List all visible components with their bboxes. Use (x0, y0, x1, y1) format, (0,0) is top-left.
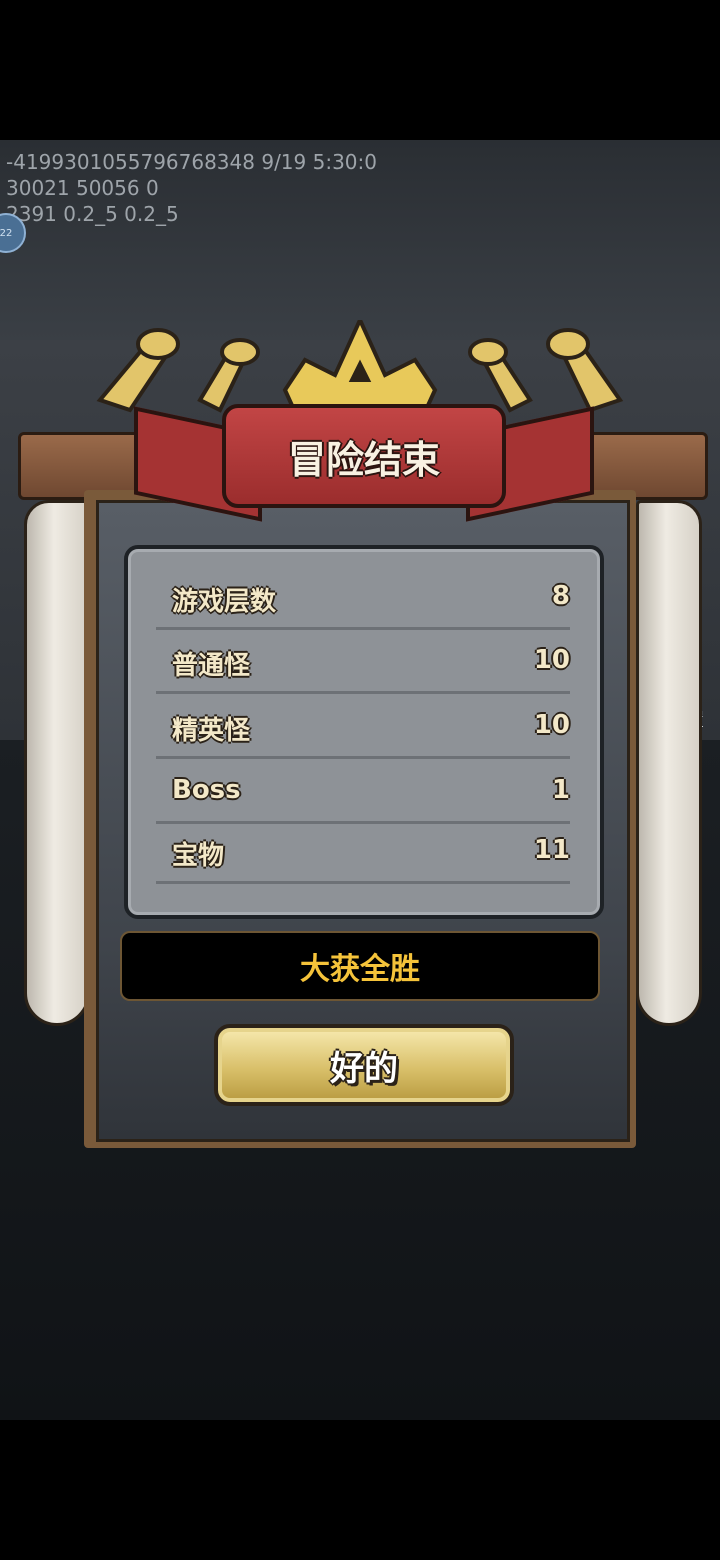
stat-row: 宝物 11 (156, 823, 570, 884)
stat-value: 11 (533, 835, 570, 865)
ok-button-label: 好的 (330, 1048, 398, 1089)
stat-label: 精英怪 (172, 716, 251, 746)
stat-value: 10 (533, 710, 570, 740)
stat-value: 10 (533, 645, 570, 675)
debug-line-3: 2391 0.2_5 0.2_5 (6, 202, 179, 226)
stat-row: 游戏层数 8 (156, 569, 570, 630)
ok-button[interactable]: 好的 (214, 1024, 514, 1106)
stat-label: 游戏层数 (172, 587, 277, 617)
stat-row: 普通怪 10 (156, 633, 570, 694)
stat-row: 精英怪 10 (156, 698, 570, 759)
result-text: 大获全胜 (120, 931, 600, 1001)
stat-label: Boss (172, 775, 241, 805)
debug-line-1: -4199301055796768348 9/19 5:30:0 (6, 150, 377, 174)
stat-value: 8 (551, 581, 570, 611)
debug-line-2: 30021 50056 0 (6, 176, 159, 200)
title-banner: 冒险结束 (222, 404, 506, 508)
stat-row: Boss 1 (156, 763, 570, 824)
dialog-title: 冒险结束 (287, 437, 440, 482)
left-curtain (24, 500, 90, 1026)
stat-label: 普通怪 (172, 651, 251, 681)
stat-value: 1 (551, 775, 570, 805)
stat-label: 宝物 (172, 841, 225, 871)
debug-bubble-text: 22 (0, 227, 13, 239)
stats-panel: 游戏层数 8 普通怪 10 精英怪 10 Boss 1 宝物 11 (124, 545, 604, 919)
right-curtain (636, 500, 702, 1026)
crown-icon (282, 320, 438, 414)
